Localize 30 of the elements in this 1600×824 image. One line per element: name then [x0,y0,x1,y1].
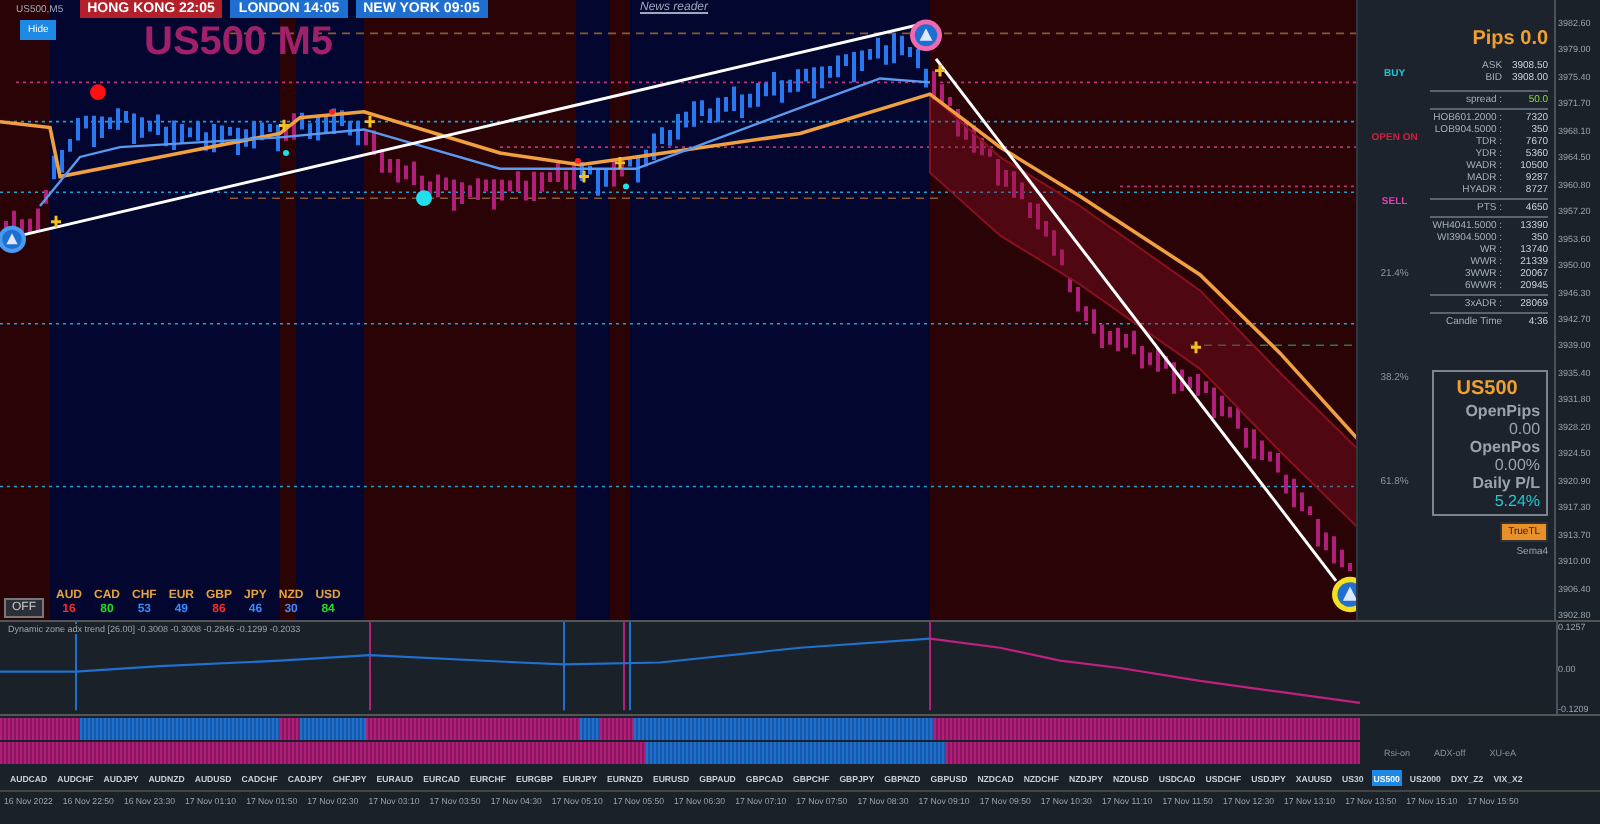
cross-marker [613,155,627,171]
signal-line [563,622,565,712]
pips-value: Pips 0.0 [1470,28,1549,50]
cross-marker [49,214,63,230]
signal-dot [623,183,629,190]
triangle-logo-icon [910,19,942,51]
cross-marker [277,118,291,133]
signal-line [623,622,625,712]
triangle-logo-icon [0,225,26,254]
signal-dot [90,84,106,101]
signal-line [929,622,931,712]
daily-pl-value: 5.24% [1494,492,1541,510]
open-pips-value: 0.00 [1508,420,1541,438]
signal-dot [283,150,289,156]
cross-marker [363,114,377,129]
signal-line [75,622,77,712]
chart-title: US500 M5 [144,20,333,66]
daily-pl-label: Daily P/L [1472,474,1541,492]
signal-dot [575,157,581,164]
signal-dot [416,190,432,206]
signal-line [629,622,631,712]
cross-marker [1189,339,1203,355]
cross-marker [933,63,947,78]
cross-marker [577,169,591,184]
signal-line [369,622,371,712]
open-pips-label: OpenPips [1465,402,1541,420]
open-pos-label: OpenPos [1469,438,1541,456]
signal-dot [329,108,335,115]
account-symbol: US500 [1454,376,1520,402]
open-pos-value: 0.00% [1494,456,1541,474]
